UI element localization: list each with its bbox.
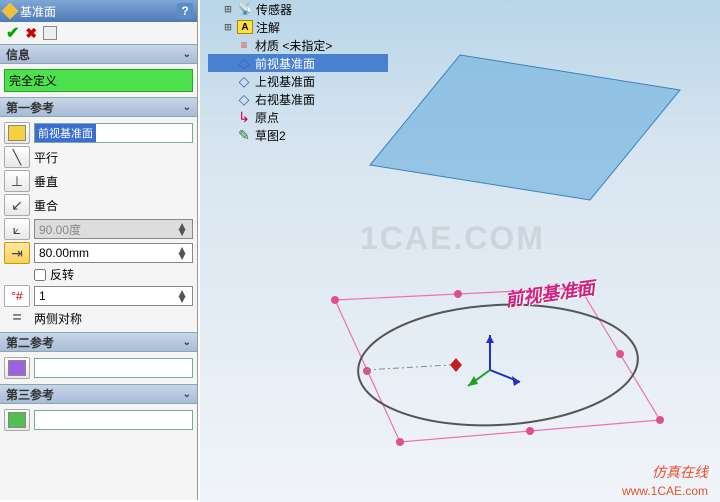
material-icon: ≡ xyxy=(236,38,252,52)
chevron-icon: ⌄ xyxy=(183,389,191,400)
tree-item-label[interactable]: 原点 xyxy=(255,109,279,126)
info-label: 信息 xyxy=(6,46,30,63)
plane-icon: ◇ xyxy=(236,56,252,70)
sketch-icon: ✎ xyxy=(236,128,252,142)
parallel-label: 平行 xyxy=(34,149,58,166)
ref1-body: 前视基准面 ╲ 平行 ⊥ 垂直 ↙ 重合 ⟀ 90.00度 ▲▼ ⇥ 80.00… xyxy=(0,117,197,332)
ref1-selection: 前视基准面 xyxy=(35,124,96,142)
ref1-label: 第一参考 xyxy=(6,99,54,116)
selection-filter-button[interactable] xyxy=(4,122,30,144)
plane-feature-icon xyxy=(2,3,19,20)
confirm-row: ✔ ✖ xyxy=(0,22,197,44)
coincident-button[interactable]: ↙ xyxy=(4,194,30,216)
panel-titlebar: 基准面 ? xyxy=(0,0,197,22)
angle-button[interactable]: ⟀ xyxy=(4,218,30,240)
plane-icon: ◇ xyxy=(236,92,252,106)
ref3-filter-button[interactable] xyxy=(4,409,30,431)
spinner-icon[interactable]: ▲▼ xyxy=(176,290,188,302)
angle-value: 90.00度 xyxy=(39,221,81,238)
ref3-section-header[interactable]: 第三参考 ⌄ xyxy=(0,384,197,404)
pin-button[interactable] xyxy=(43,26,57,40)
ref3-label: 第三参考 xyxy=(6,386,54,403)
parallel-button[interactable]: ╲ xyxy=(4,146,30,168)
flip-label: 反转 xyxy=(50,266,74,283)
count-input[interactable]: 1 ▲▼ xyxy=(34,286,193,306)
status-fully-defined: 完全定义 xyxy=(4,69,193,92)
ok-button[interactable]: ✔ xyxy=(6,23,19,43)
tree-item-front-plane[interactable]: 前视基准面 xyxy=(255,55,315,72)
angle-input: 90.00度 ▲▼ xyxy=(34,219,193,239)
chevron-icon: ⌄ xyxy=(183,49,191,60)
tree-item-label[interactable]: 注解 xyxy=(256,19,280,36)
ref2-filter-button[interactable] xyxy=(4,357,30,379)
offset-button[interactable]: ⇥ xyxy=(4,242,30,264)
coincident-label: 重合 xyxy=(34,197,58,214)
ref2-selection-box[interactable] xyxy=(34,358,193,378)
midplane-label: 两侧对称 xyxy=(34,310,82,327)
ref1-selection-box[interactable]: 前视基准面 xyxy=(34,123,193,143)
origin-icon: ↳ xyxy=(236,110,252,124)
feature-tree[interactable]: ⊞📡传感器 ⊞A注解 ≡材质 <未指定> ◇前视基准面 ◇上视基准面 ◇右视基准… xyxy=(208,0,388,144)
chevron-icon: ⌄ xyxy=(183,102,191,113)
spinner-icon[interactable]: ▲▼ xyxy=(176,247,188,259)
tree-item-label[interactable]: 传感器 xyxy=(256,1,292,18)
ref1-section-header[interactable]: 第一参考 ⌄ xyxy=(0,97,197,117)
perpendicular-label: 垂直 xyxy=(34,173,58,190)
count-icon[interactable]: °# xyxy=(4,285,30,307)
panel-title: 基准面 xyxy=(20,3,56,20)
tree-item-label[interactable]: 草图2 xyxy=(255,127,286,144)
footer-brand: 仿真在线 xyxy=(652,462,708,482)
plane-icon: ◇ xyxy=(236,74,252,88)
perpendicular-button[interactable]: ⊥ xyxy=(4,170,30,192)
ref2-section-header[interactable]: 第二参考 ⌄ xyxy=(0,332,197,352)
midplane-icon: = xyxy=(4,309,30,327)
tree-item-label[interactable]: 右视基准面 xyxy=(255,91,315,108)
property-panel: 基准面 ? ✔ ✖ 信息 ⌄ 完全定义 第一参考 ⌄ 前视基准面 ╲ 平行 ⊥ … xyxy=(0,0,198,500)
tree-item-label[interactable]: 材质 <未指定> xyxy=(255,37,332,54)
offset-value: 80.00mm xyxy=(39,246,89,260)
tree-item-label[interactable]: 上视基准面 xyxy=(255,73,315,90)
flip-checkbox[interactable] xyxy=(34,269,46,281)
watermark: 1CAE.COM xyxy=(360,220,545,257)
info-section-header[interactable]: 信息 ⌄ xyxy=(0,44,197,64)
sensor-icon: 📡 xyxy=(237,2,253,16)
ref3-selection-box[interactable] xyxy=(34,410,193,430)
annotation-icon: A xyxy=(237,20,253,34)
offset-input[interactable]: 80.00mm ▲▼ xyxy=(34,243,193,263)
footer-url: www.1CAE.com xyxy=(622,484,708,498)
count-value: 1 xyxy=(39,289,46,303)
ref2-label: 第二参考 xyxy=(6,334,54,351)
help-button[interactable]: ? xyxy=(177,3,193,19)
chevron-icon: ⌄ xyxy=(183,337,191,348)
cancel-button[interactable]: ✖ xyxy=(25,25,37,42)
